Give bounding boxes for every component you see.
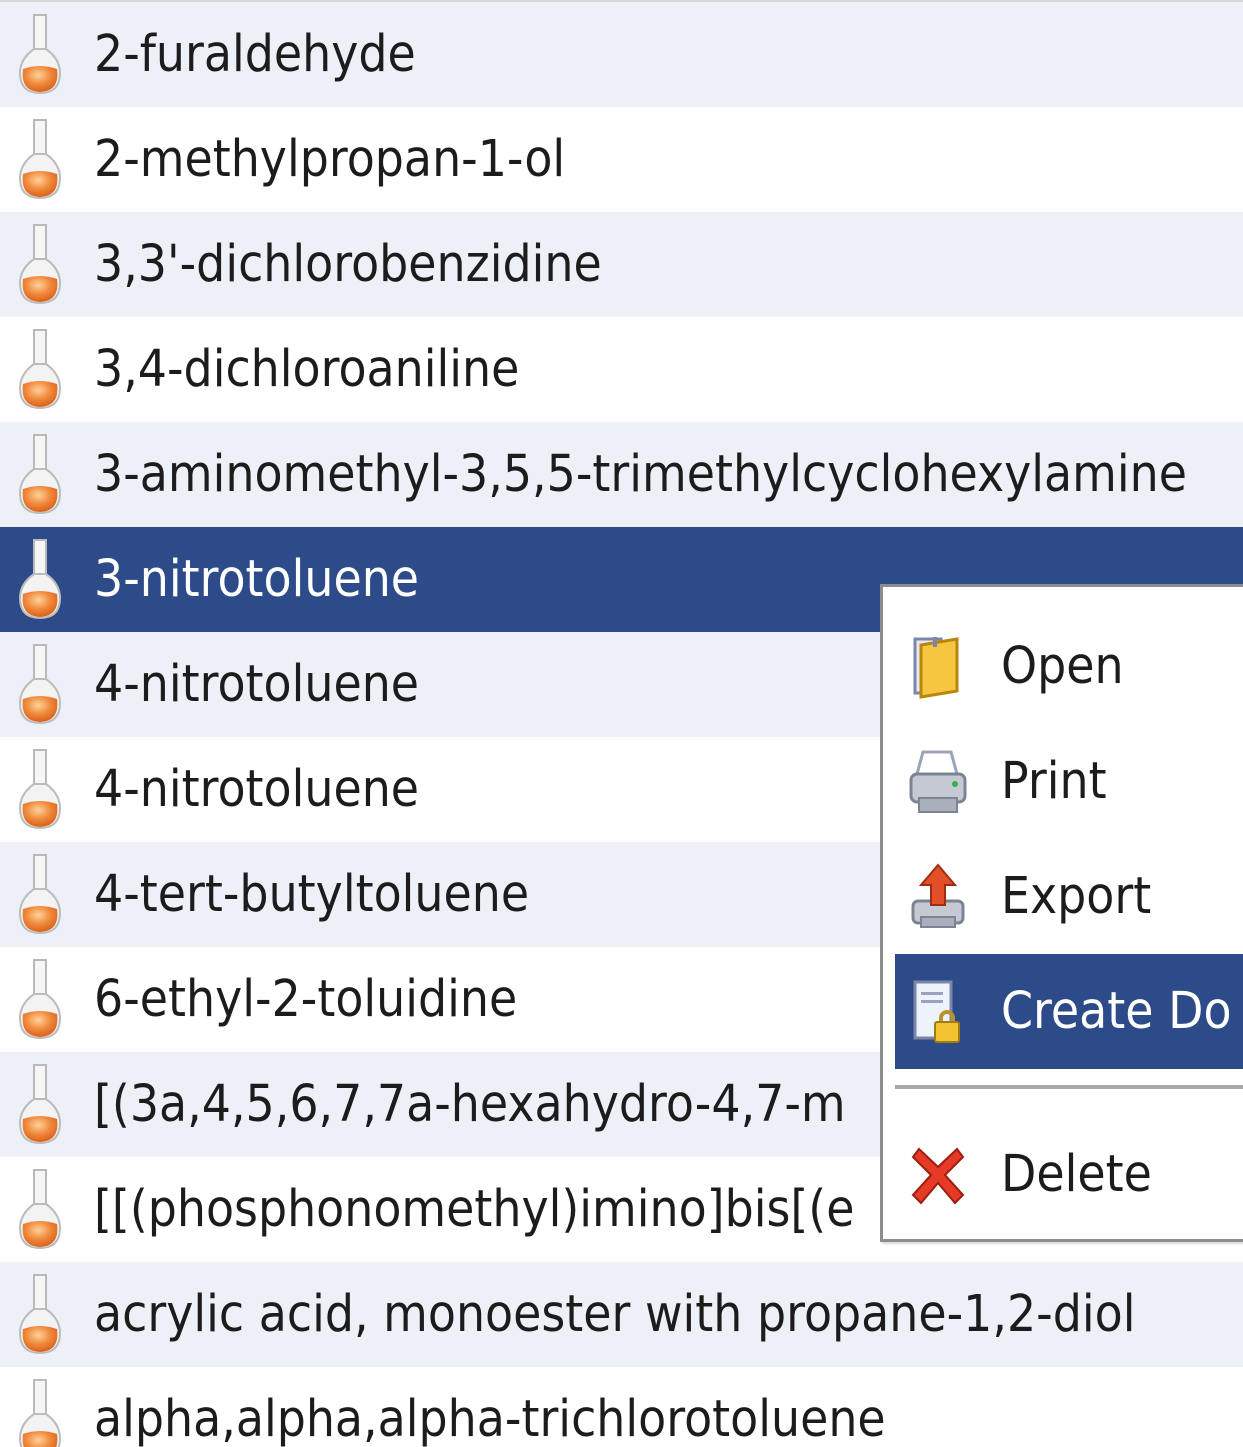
list-item-label: [[(phosphonomethyl)imino]bis[(e xyxy=(94,1180,855,1239)
flask-icon xyxy=(19,538,61,619)
menu-item-label: Export xyxy=(1001,867,1152,926)
list-item-label: 4-nitrotoluene xyxy=(94,760,420,819)
flask-icon xyxy=(19,748,61,829)
flask-icon xyxy=(19,1273,61,1354)
flask-icon xyxy=(19,1063,61,1144)
flask-icon xyxy=(19,1378,61,1447)
list-item[interactable]: 3,4-dichloroaniline xyxy=(0,317,1243,422)
flask-icon xyxy=(19,328,61,409)
flask-icon xyxy=(19,853,61,934)
list-item-label: 3,4-dichloroaniline xyxy=(94,340,520,399)
create-dossier-icon xyxy=(913,980,960,1043)
printer-icon xyxy=(909,750,967,813)
menu-item-label: Delete xyxy=(1001,1145,1152,1204)
menu-item-print[interactable]: Print xyxy=(895,724,1243,839)
list-item[interactable]: 3,3'-dichlorobenzidine xyxy=(0,212,1243,317)
menu-separator xyxy=(895,1085,1243,1089)
flask-icon xyxy=(19,118,61,199)
list-item[interactable]: 3-aminomethyl-3,5,5-trimethylcyclohexyla… xyxy=(0,422,1243,527)
menu-item-label: Open xyxy=(1001,637,1124,696)
menu-item-create-dossier[interactable]: Create Do xyxy=(895,954,1243,1069)
menu-item-label: Create Do xyxy=(1001,982,1232,1041)
list-item[interactable]: alpha,alpha,alpha-trichlorotoluene xyxy=(0,1367,1243,1447)
export-icon xyxy=(911,862,965,928)
list-item-label: 2-methylpropan-1-ol xyxy=(94,130,566,189)
list-item[interactable]: acrylic acid, monoester with propane-1,2… xyxy=(0,1262,1243,1367)
menu-item-export[interactable]: Export xyxy=(895,839,1243,954)
list-item-label: 3-nitrotoluene xyxy=(94,550,420,609)
list-item[interactable]: 2-furaldehyde xyxy=(0,2,1243,107)
list-item-label: [(3a,4,5,6,7,7a-hexahydro-4,7-m xyxy=(94,1075,846,1134)
delete-icon xyxy=(911,1147,965,1204)
flask-icon xyxy=(19,433,61,514)
list-item-label: 4-nitrotoluene xyxy=(94,655,420,714)
flask-icon xyxy=(19,643,61,724)
list-item-label: 2-furaldehyde xyxy=(94,25,416,84)
list-item-label: acrylic acid, monoester with propane-1,2… xyxy=(94,1285,1136,1344)
list-item-label: alpha,alpha,alpha-trichlorotoluene xyxy=(94,1390,886,1447)
menu-item-label: Print xyxy=(1001,752,1107,811)
list-item-label: 4-tert-butyltoluene xyxy=(94,865,530,924)
compound-list-view: 2-furaldehyde 2-methylpropan-1-ol 3,3'-d… xyxy=(0,0,1243,1447)
folder-icon xyxy=(913,636,959,699)
list-item-label: 6-ethyl-2-toluidine xyxy=(94,970,518,1029)
list-item-label: 3,3'-dichlorobenzidine xyxy=(94,235,602,294)
list-item[interactable]: 2-methylpropan-1-ol xyxy=(0,107,1243,212)
flask-icon xyxy=(19,958,61,1039)
context-menu: Open Print Export Create Do Delete xyxy=(880,584,1243,1242)
menu-item-open[interactable]: Open xyxy=(895,609,1243,724)
flask-icon xyxy=(19,1168,61,1249)
flask-icon xyxy=(19,223,61,304)
menu-item-delete[interactable]: Delete xyxy=(895,1117,1243,1232)
list-item-label: 3-aminomethyl-3,5,5-trimethylcyclohexyla… xyxy=(94,445,1187,504)
flask-icon xyxy=(19,13,61,94)
